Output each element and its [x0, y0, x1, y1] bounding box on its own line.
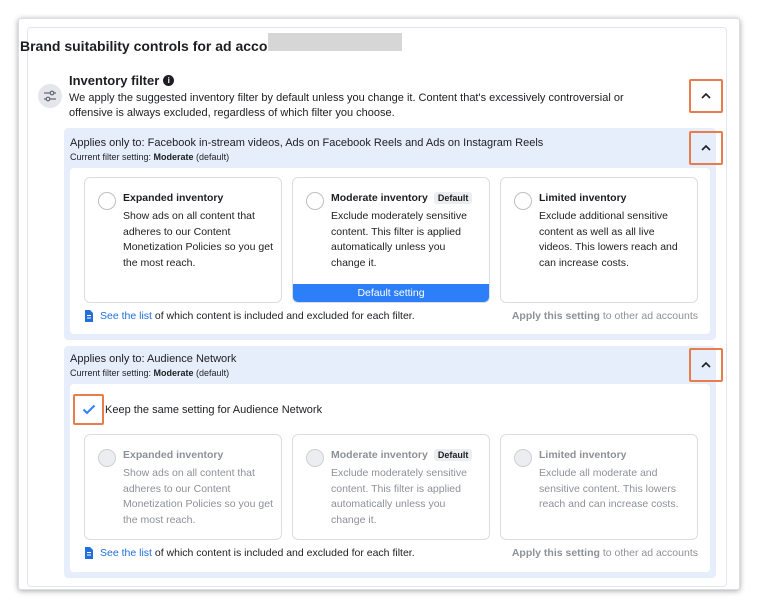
apply-rest: to other ad accounts — [599, 547, 698, 559]
default-setting-bar: Default setting — [293, 284, 489, 302]
default-badge: Default — [433, 449, 473, 461]
section1-current-suffix: (default) — [193, 152, 230, 162]
apply-to-other-accounts[interactable]: Apply this setting to other ad accounts — [512, 547, 698, 559]
card-limited-inventory: Limited inventory Exclude all moderate a… — [500, 434, 698, 540]
card-title-text: Moderate inventory — [331, 192, 428, 204]
apply-to-other-accounts[interactable]: Apply this setting to other ad accounts — [512, 310, 698, 322]
collapse-inventory-filter-button[interactable] — [689, 79, 723, 113]
document-icon — [85, 310, 93, 322]
radio-expanded[interactable] — [98, 192, 116, 210]
document-icon — [85, 547, 93, 559]
radio-expanded — [98, 449, 116, 467]
card-title: Moderate inventory Default — [331, 192, 473, 204]
section2-current-suffix: (default) — [193, 368, 230, 378]
see-list-link[interactable]: See the list — [100, 310, 152, 322]
radio-moderate — [306, 449, 324, 467]
card-description: Show ads on all content that adheres to … — [123, 467, 273, 526]
page-title: Brand suitability controls for ad accoun… — [20, 38, 294, 54]
section1-body: Expanded inventory Show ads on all conte… — [70, 168, 710, 334]
apply-rest: to other ad accounts — [599, 310, 698, 322]
default-badge: Default — [433, 192, 473, 204]
card-moderate-inventory: Moderate inventory Default Exclude moder… — [292, 434, 490, 540]
section-instream-reels: Applies only to: Facebook in-stream vide… — [64, 128, 716, 340]
card-moderate-inventory[interactable]: Moderate inventory Default Exclude moder… — [292, 177, 490, 303]
apply-bold: Apply this setting — [511, 310, 600, 322]
card-title: Limited inventory — [539, 449, 627, 461]
card-description: Show ads on all content that adheres to … — [123, 210, 273, 269]
section2-current-value: Moderate — [153, 368, 194, 378]
chevron-up-icon — [701, 145, 711, 151]
redacted-account-name — [268, 33, 402, 51]
card-expanded-inventory: Expanded inventory Show ads on all conte… — [84, 434, 282, 540]
apply-bold: Apply this setting — [511, 547, 600, 559]
section-audience-network: Applies only to: Audience Network Curren… — [64, 346, 716, 578]
see-list-row: See the list of which content is include… — [84, 547, 415, 559]
card-description: Exclude all moderate and sensitive conte… — [539, 467, 679, 510]
inventory-filter-title: Inventory filter i — [69, 73, 175, 88]
keep-same-setting-label: Keep the same setting for Audience Netwo… — [105, 404, 323, 416]
collapse-section2-button[interactable] — [689, 348, 723, 382]
card-title: Limited inventory — [539, 192, 627, 204]
inventory-filter-label: Inventory filter — [69, 73, 160, 88]
card-description: Exclude additional sensitive content as … — [539, 210, 678, 269]
keep-same-setting-checkbox[interactable] — [73, 394, 104, 425]
radio-limited — [514, 449, 532, 467]
card-description: Exclude moderately sensitive content. Th… — [331, 467, 467, 526]
see-list-link[interactable]: See the list — [100, 547, 152, 559]
see-list-row: See the list of which content is include… — [84, 310, 415, 322]
checkmark-icon — [82, 404, 95, 415]
collapse-section1-button[interactable] — [689, 131, 723, 165]
section1-current-setting: Current filter setting: Moderate (defaul… — [70, 152, 229, 162]
card-title: Moderate inventory Default — [331, 449, 473, 461]
info-icon[interactable]: i — [163, 75, 175, 86]
radio-moderate[interactable] — [306, 192, 324, 210]
inventory-filter-description: We apply the suggested inventory filter … — [69, 92, 624, 119]
card-title-text: Moderate inventory — [331, 449, 428, 461]
see-list-text: of which content is included and exclude… — [151, 310, 415, 322]
chevron-up-icon — [701, 93, 711, 99]
card-limited-inventory[interactable]: Limited inventory Exclude additional sen… — [500, 177, 698, 303]
section2-current-setting: Current filter setting: Moderate (defaul… — [70, 368, 229, 378]
card-expanded-inventory[interactable]: Expanded inventory Show ads on all conte… — [84, 177, 282, 303]
card-title: Expanded inventory — [123, 449, 224, 461]
see-list-text: of which content is included and exclude… — [151, 547, 415, 559]
section2-current-prefix: Current filter setting: — [70, 368, 154, 378]
radio-limited[interactable] — [514, 192, 532, 210]
sliders-icon — [38, 84, 62, 108]
card-title: Expanded inventory — [123, 192, 224, 204]
section1-current-value: Moderate — [153, 152, 194, 162]
section1-current-prefix: Current filter setting: — [70, 152, 154, 162]
card-description: Exclude moderately sensitive content. Th… — [331, 210, 467, 269]
section1-title: Applies only to: Facebook in-stream vide… — [70, 137, 544, 149]
chevron-up-icon — [701, 362, 711, 368]
section2-title: Applies only to: Audience Network — [70, 353, 237, 365]
